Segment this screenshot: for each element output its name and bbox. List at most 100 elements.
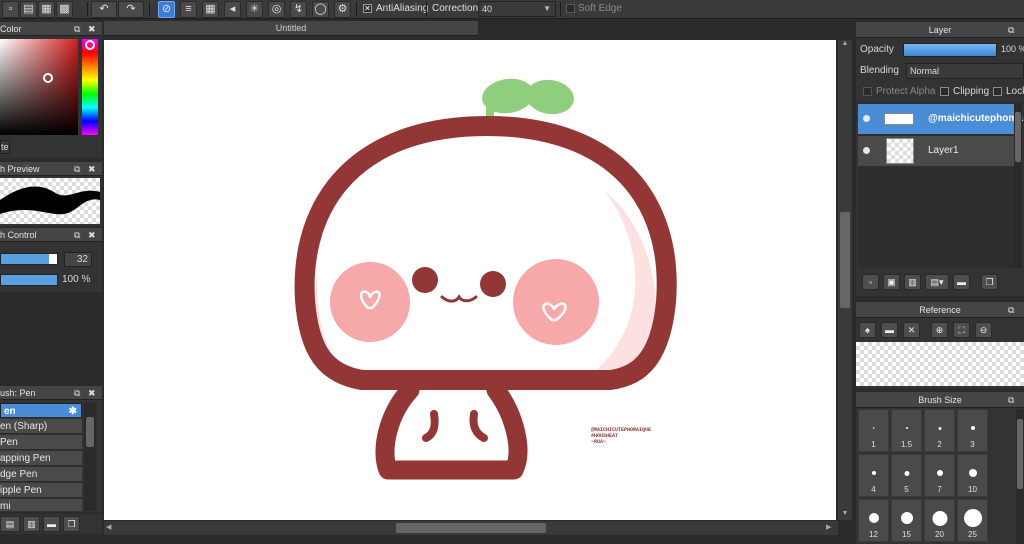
zoom-out-icon[interactable]: ⊖ <box>975 322 992 338</box>
right-eye <box>480 271 506 297</box>
popout-icon[interactable]: ⧉ <box>1008 392 1014 408</box>
brush-size-option[interactable]: 10 <box>957 454 988 497</box>
gear-icon[interactable]: ✱ <box>69 404 77 417</box>
document-tab[interactable]: Untitled <box>104 21 478 36</box>
popout-icon[interactable]: ⧉ <box>1008 22 1014 38</box>
lock-checkbox[interactable] <box>993 87 1002 96</box>
brush-item[interactable]: apping Pen <box>0 451 82 466</box>
popout-icon[interactable]: ⧉ <box>74 228 80 242</box>
add-layer-menu-icon[interactable]: ▤▾ <box>925 274 949 290</box>
soft-edge-checkbox[interactable] <box>566 4 575 13</box>
crisscross-snap-icon[interactable]: ▦ <box>202 1 219 18</box>
brush-size-option[interactable]: 1.5 <box>891 409 922 452</box>
parallel-snap-icon[interactable]: ≡ <box>180 1 197 18</box>
folder-icon[interactable]: ▬ <box>953 274 970 290</box>
correction-select[interactable]: 40 ▼ <box>478 1 556 17</box>
ellipse-snap-icon[interactable]: ◯ <box>312 1 329 18</box>
close-icon[interactable]: ✕ <box>903 322 920 338</box>
close-icon[interactable]: ✖ <box>88 386 96 400</box>
close-icon[interactable]: ✖ <box>88 228 96 242</box>
canvas-horizontal-scrollbar[interactable]: ◀ ▶ <box>104 521 838 535</box>
scrollbar-thumb[interactable] <box>1015 112 1021 162</box>
layer-list-scrollbar[interactable] <box>1014 102 1022 268</box>
hue-slider[interactable] <box>82 39 98 135</box>
layer-opacity-slider[interactable] <box>903 43 997 57</box>
canvas-vertical-scrollbar[interactable]: ▲ ▼ <box>838 40 852 520</box>
brush-item[interactable]: en ✱ <box>0 403 82 418</box>
new-file-icon[interactable]: ▫ <box>2 1 19 18</box>
popout-icon[interactable]: ⧉ <box>74 386 80 400</box>
layer-row[interactable]: @maichicutephoma <box>858 104 1023 134</box>
scroll-down-icon[interactable]: ▼ <box>839 510 851 520</box>
snap-off-icon[interactable]: ⊘ <box>158 1 175 18</box>
scrollbar-thumb[interactable] <box>1017 419 1023 489</box>
scrollbar-thumb[interactable] <box>86 417 94 447</box>
brush-size-option[interactable]: 7 <box>924 454 955 497</box>
color-palette-button[interactable]: te <box>0 140 10 154</box>
protect-alpha-checkbox[interactable] <box>863 87 872 96</box>
scrollbar-thumb[interactable] <box>840 212 850 308</box>
brush-opacity-slider[interactable] <box>0 274 58 286</box>
redo-icon[interactable]: ↷ <box>118 1 144 18</box>
add-brush-icon[interactable]: ▤ <box>0 516 20 532</box>
brush-size-input[interactable]: 32 <box>64 252 92 267</box>
brush-size-option[interactable]: 5 <box>891 454 922 497</box>
curve-snap-icon[interactable]: ↯ <box>290 1 307 18</box>
reference-image-icon[interactable]: ♠ <box>859 322 876 338</box>
brush-item[interactable]: en (Sharp) <box>0 419 82 434</box>
hue-cursor[interactable] <box>85 40 95 50</box>
brush-settings-icon[interactable]: ▥ <box>23 516 40 532</box>
brush-item[interactable]: ipple Pen <box>0 483 82 498</box>
brush-item[interactable]: Pen <box>0 435 82 450</box>
brush-size-scrollbar[interactable] <box>1016 409 1024 544</box>
open-file-icon[interactable]: ▤ <box>20 1 37 18</box>
brush-list-scrollbar[interactable] <box>84 403 96 511</box>
undo-icon[interactable]: ↶ <box>91 1 117 18</box>
scrollbar-thumb[interactable] <box>396 523 546 533</box>
reference-view[interactable] <box>856 342 1024 386</box>
close-icon[interactable]: ✖ <box>88 22 96 36</box>
circle-snap-icon[interactable]: ◎ <box>268 1 285 18</box>
settings-gear-icon[interactable]: ⚙ <box>334 1 351 18</box>
save-file-icon[interactable]: ▦ <box>38 1 55 18</box>
folder-icon[interactable]: ▬ <box>43 516 60 532</box>
zoom-in-icon[interactable]: ⊕ <box>931 322 948 338</box>
copy-brush-icon[interactable]: ❐ <box>63 516 80 532</box>
grid-view-icon[interactable]: ▩ <box>56 1 73 18</box>
drawing-canvas[interactable]: @MAICHICUTEPHOMAIQUE #HOUSHEAT ~RUA~ <box>104 40 836 520</box>
brush-size-option[interactable]: 25 <box>957 499 988 542</box>
blending-select[interactable]: Normal <box>906 63 1024 79</box>
scroll-right-icon[interactable]: ▶ <box>826 522 836 534</box>
fit-view-icon[interactable]: ⛶ <box>953 322 970 338</box>
new-layer-set-icon[interactable]: ▣ <box>883 274 900 290</box>
visibility-eye-icon[interactable] <box>863 147 870 154</box>
brush-size-option[interactable]: 1 <box>858 409 889 452</box>
scroll-left-icon[interactable]: ◀ <box>106 522 116 534</box>
popout-icon[interactable]: ⧉ <box>1008 302 1014 318</box>
brush-size-option[interactable]: 4 <box>858 454 889 497</box>
clipping-checkbox[interactable] <box>940 87 949 96</box>
radial-snap-icon[interactable]: ✳ <box>246 1 263 18</box>
visibility-eye-icon[interactable] <box>863 115 870 122</box>
brush-size-slider[interactable] <box>0 253 58 265</box>
vanishing-point-icon[interactable]: ◂ <box>224 1 241 18</box>
brush-size-option[interactable]: 20 <box>924 499 955 542</box>
color-cursor[interactable] <box>43 73 53 83</box>
brush-size-option[interactable]: 3 <box>957 409 988 452</box>
popout-icon[interactable]: ⧉ <box>74 162 80 176</box>
saturation-value-picker[interactable] <box>0 39 78 135</box>
duplicate-layer-icon[interactable]: ❐ <box>981 274 998 290</box>
brush-size-option[interactable]: 15 <box>891 499 922 542</box>
close-icon[interactable]: ✖ <box>88 162 96 176</box>
antialiasing-checkbox[interactable]: ✕ <box>363 4 372 13</box>
brush-item[interactable]: mi <box>0 499 82 511</box>
brush-item[interactable]: dge Pen <box>0 467 82 482</box>
layer-mask-icon[interactable]: ▥ <box>904 274 921 290</box>
layer-row[interactable]: Layer1 <box>858 136 1014 166</box>
brush-size-option[interactable]: 12 <box>858 499 889 542</box>
open-folder-icon[interactable]: ▬ <box>881 322 898 338</box>
popout-icon[interactable]: ⧉ <box>74 22 80 36</box>
new-layer-icon[interactable]: ▫ <box>862 274 879 290</box>
scroll-up-icon[interactable]: ▲ <box>839 40 851 50</box>
brush-size-option[interactable]: 2 <box>924 409 955 452</box>
